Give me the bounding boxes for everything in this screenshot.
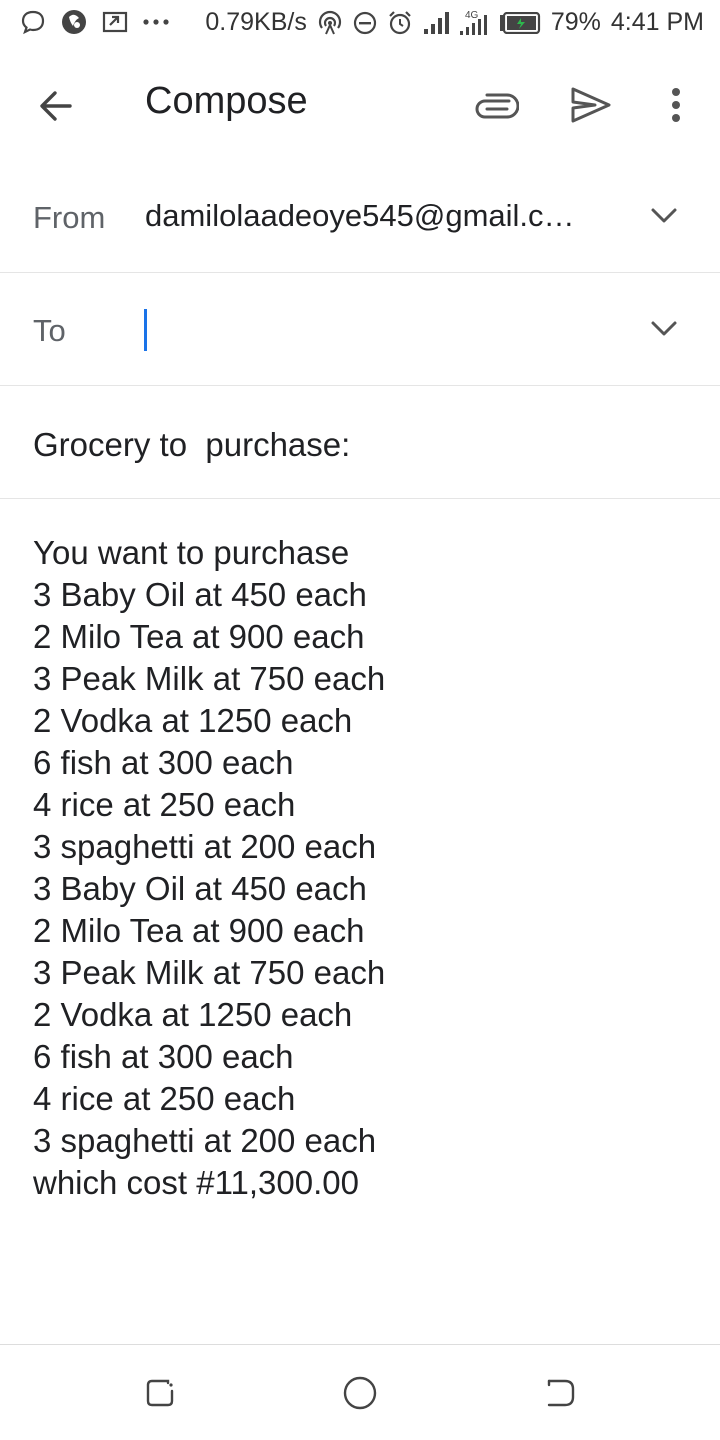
text-cursor: [144, 309, 147, 351]
body-line: 2 Milo Tea at 900 each: [33, 912, 365, 949]
to-label: To: [33, 313, 66, 348]
back-button[interactable]: [32, 82, 80, 130]
subject-input[interactable]: Grocery to purchase:: [33, 426, 350, 464]
body-line: 6 fish at 300 each: [33, 744, 294, 781]
body-line: 4 rice at 250 each: [33, 786, 296, 823]
status-time: 4:41 PM: [610, 8, 704, 36]
signal-4g-icon: 4G: [459, 9, 489, 37]
attachment-icon: [475, 93, 519, 119]
body-line: 3 spaghetti at 200 each: [33, 1122, 377, 1159]
compose-body[interactable]: You want to purchase 3 Baby Oil at 450 ea…: [33, 532, 693, 1204]
back-nav-button[interactable]: [540, 1373, 580, 1413]
more-vert-icon: [672, 88, 680, 122]
chevron-down-icon: [651, 208, 677, 223]
more-options-button[interactable]: [656, 80, 696, 130]
from-dropdown-button[interactable]: [648, 200, 680, 232]
to-dropdown-button[interactable]: [648, 313, 680, 345]
page-title: Compose: [145, 80, 308, 122]
battery-icon: [499, 11, 541, 34]
back-nav-icon: [547, 1379, 575, 1407]
chevron-down-icon: [651, 321, 677, 336]
body-line: which cost #11,300.00: [33, 1164, 359, 1201]
body-line: 3 Peak Milk at 750 each: [33, 660, 386, 697]
back-arrow-icon: [40, 91, 72, 121]
body-line: 6 fish at 300 each: [33, 1038, 294, 1075]
network-speed: 0.79KB/s: [205, 8, 307, 36]
body-line: 3 Baby Oil at 450 each: [33, 870, 367, 907]
from-address[interactable]: damilolaadeoye545@gmail.c…: [145, 198, 575, 234]
body-line: You want to purchase: [33, 534, 350, 571]
body-line: 2 Vodka at 1250 each: [33, 996, 353, 1033]
battery-percent: 79%: [550, 8, 601, 36]
body-line: 3 Baby Oil at 450 each: [33, 576, 367, 613]
navigation-bar: [0, 1344, 720, 1440]
chat-bubble-icon: [20, 9, 46, 35]
body-line: 2 Vodka at 1250 each: [33, 702, 353, 739]
body-line: 3 spaghetti at 200 each: [33, 828, 377, 865]
body-line: 2 Milo Tea at 900 each: [33, 618, 365, 655]
app-notification-icon: [60, 8, 88, 36]
home-icon: [343, 1376, 377, 1410]
screenshot-icon: [102, 10, 128, 34]
more-notifications-icon: [142, 17, 170, 27]
signal-icon: [423, 11, 449, 35]
recent-apps-button[interactable]: [140, 1373, 180, 1413]
body-line: 3 Peak Milk at 750 each: [33, 954, 386, 991]
alarm-icon: [387, 10, 413, 36]
status-left-icons: [20, 8, 170, 36]
subject-row[interactable]: Grocery to purchase:: [0, 386, 720, 499]
svg-text:4G: 4G: [465, 10, 479, 21]
send-button[interactable]: [566, 80, 616, 130]
do-not-disturb-icon: [353, 11, 377, 35]
from-label: From: [33, 200, 106, 235]
body-line: 4 rice at 250 each: [33, 1080, 296, 1117]
from-row: From damilolaadeoye545@gmail.c…: [0, 160, 720, 273]
app-bar: Compose: [0, 50, 720, 160]
hotspot-icon: [317, 10, 343, 36]
recent-apps-icon: [146, 1379, 174, 1407]
send-icon: [571, 87, 611, 123]
attach-button[interactable]: [470, 82, 522, 130]
to-row: To: [0, 273, 720, 386]
home-button[interactable]: [340, 1373, 380, 1413]
status-bar: 0.79KB/s 4G 79% 4:41 PM: [0, 0, 720, 50]
compose-screen: 0.79KB/s 4G 79% 4:41 PM Compose From dam…: [0, 0, 720, 1440]
status-right-icons: 0.79KB/s 4G 79% 4:41 PM: [205, 8, 704, 37]
